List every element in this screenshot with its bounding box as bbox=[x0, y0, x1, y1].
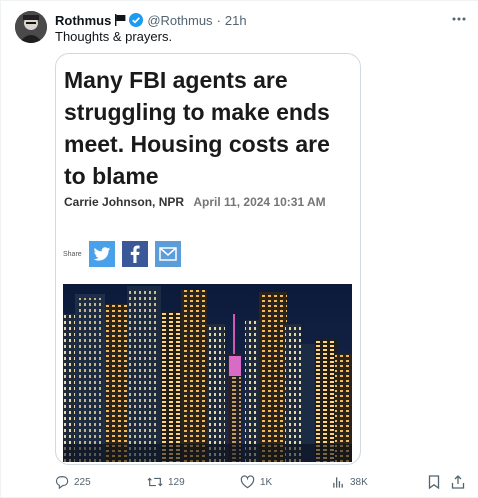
repost-count: 129 bbox=[168, 476, 185, 488]
tweet-text: Thoughts & prayers. bbox=[55, 29, 173, 44]
timestamp[interactable]: 21h bbox=[225, 13, 247, 28]
article-author: Carrie Johnson, NPR bbox=[64, 195, 185, 209]
separator-dot: · bbox=[216, 12, 221, 28]
embedded-image-card[interactable]: Many FBI agents are struggling to make e… bbox=[55, 53, 361, 465]
share-button[interactable] bbox=[451, 471, 470, 493]
views-button[interactable]: 38K bbox=[332, 471, 368, 493]
tweet-container: Rothmus @Rothmus · 21h Thoughts & prayer… bbox=[0, 0, 478, 498]
black-flag-icon bbox=[115, 14, 126, 26]
article-headline: Many FBI agents are struggling to make e… bbox=[64, 67, 330, 189]
email-icon bbox=[155, 241, 181, 267]
city-skyline-night-photo bbox=[63, 284, 352, 462]
verified-badge-icon[interactable] bbox=[129, 13, 144, 27]
reply-icon bbox=[55, 476, 69, 489]
views-count: 38K bbox=[350, 476, 368, 488]
reply-count: 225 bbox=[74, 476, 91, 488]
repost-button[interactable]: 129 bbox=[147, 471, 185, 493]
like-count: 1K bbox=[260, 476, 273, 488]
bookmark-button[interactable] bbox=[428, 471, 445, 493]
like-icon bbox=[240, 475, 255, 489]
article-byline: Carrie Johnson, NPR April 11, 2024 10:31… bbox=[64, 195, 326, 209]
reply-button[interactable]: 225 bbox=[55, 471, 91, 493]
views-icon bbox=[333, 477, 343, 488]
repost-icon bbox=[147, 477, 163, 487]
more-horizontal-icon[interactable] bbox=[448, 9, 470, 29]
handle[interactable]: @Rothmus bbox=[147, 13, 212, 28]
tweet-header: Rothmus @Rothmus · 21h bbox=[55, 11, 247, 29]
share-label: Share bbox=[63, 251, 82, 258]
like-button[interactable]: 1K bbox=[240, 471, 272, 493]
share-icon bbox=[451, 475, 465, 489]
facebook-icon bbox=[122, 241, 148, 267]
tweet-action-bar: 225 129 1K 38K bbox=[55, 471, 475, 493]
twitter-icon bbox=[89, 241, 115, 267]
avatar[interactable] bbox=[15, 11, 47, 43]
display-name[interactable]: Rothmus bbox=[55, 13, 111, 28]
bookmark-icon bbox=[428, 475, 440, 489]
article-date: April 11, 2024 10:31 AM bbox=[193, 195, 326, 209]
